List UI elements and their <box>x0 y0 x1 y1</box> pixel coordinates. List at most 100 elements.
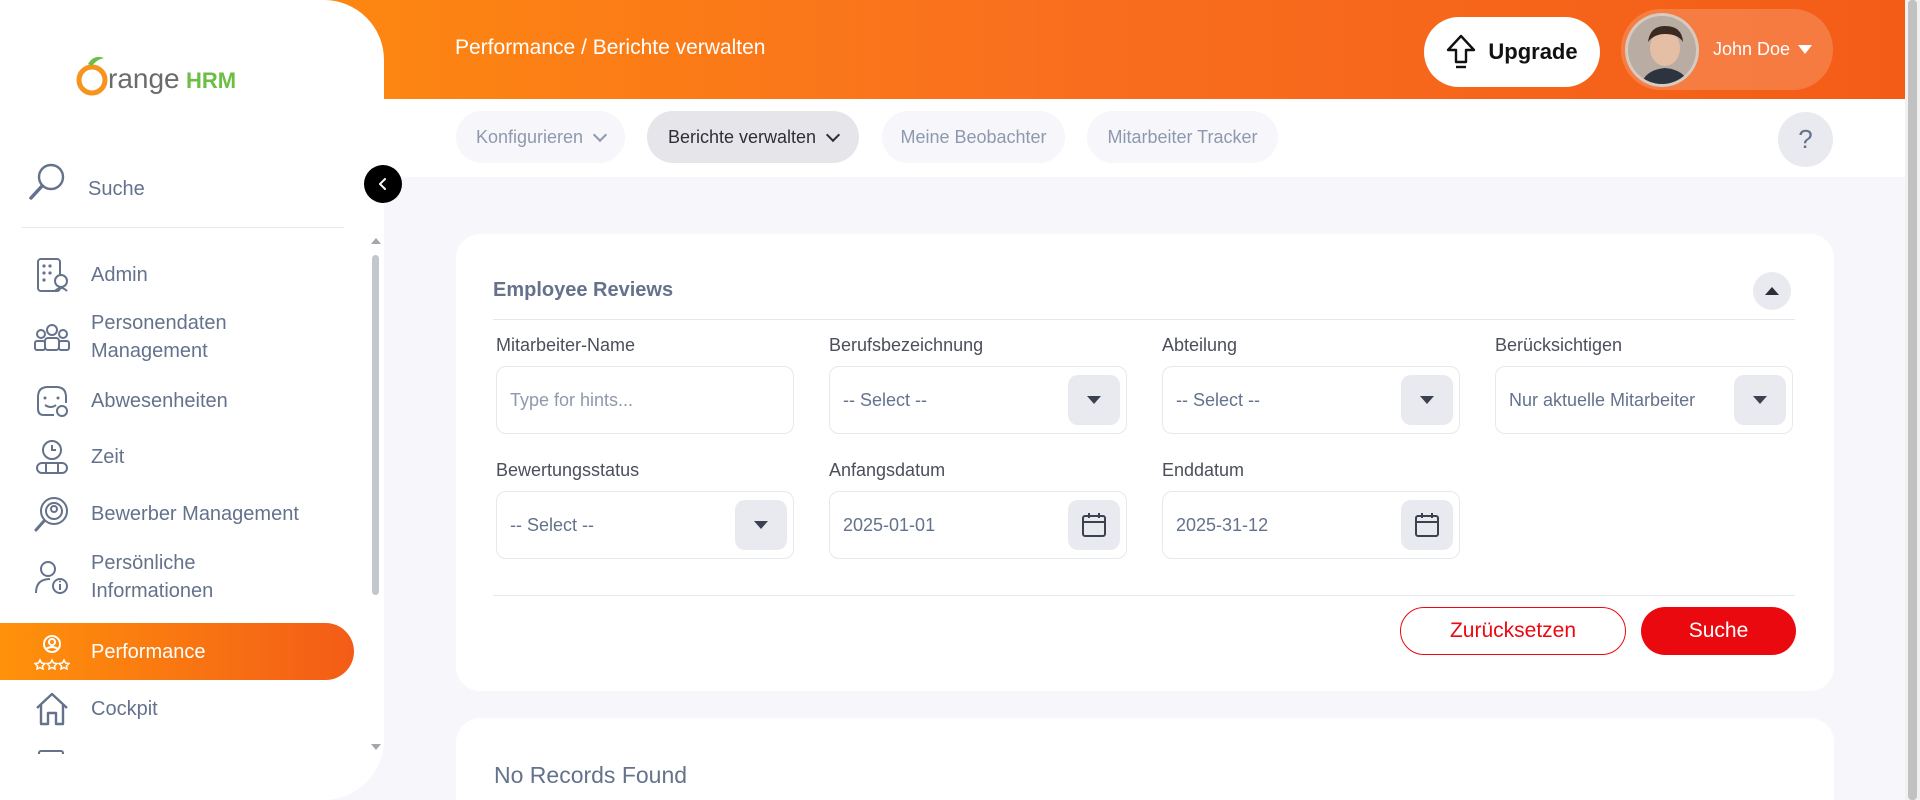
user-dropdown[interactable]: John Doe <box>1621 9 1833 90</box>
from-date-value: 2025-01-01 <box>843 515 936 535</box>
sidebar-item-label: Abwesenheiten <box>91 390 228 412</box>
divider <box>22 227 344 228</box>
tab-berichte-verwalten[interactable]: Berichte verwalten <box>647 111 859 163</box>
sidebar-item-persoenliche-info[interactable]: Persönliche Informationen <box>0 542 354 612</box>
calendar-button[interactable] <box>1068 500 1120 550</box>
caret-down-icon <box>1420 396 1434 404</box>
include-select[interactable]: Nur aktuelle Mitarbeiter <box>1495 366 1793 434</box>
caret-up-icon <box>1765 287 1779 295</box>
review-status-value: -- Select -- <box>510 515 595 535</box>
divider <box>493 319 1795 320</box>
dropdown-button[interactable] <box>1734 375 1786 425</box>
sidebar-item-personendaten[interactable]: Personendaten Management <box>0 302 354 372</box>
review-status-label: Bewertungsstatus <box>496 460 640 480</box>
no-records-message: No Records Found <box>494 762 688 788</box>
search-button[interactable]: Suche <box>1641 607 1796 655</box>
sidebar-scroll-thumb[interactable] <box>372 255 379 595</box>
job-title-label: Berufsbezeichnung <box>829 335 984 355</box>
department-label: Abteilung <box>1162 335 1238 355</box>
sidebar-search[interactable]: Suche <box>26 160 145 204</box>
admin-icon <box>32 255 72 295</box>
from-date-input[interactable]: 2025-01-01 <box>829 491 1127 559</box>
page-scrollbar[interactable] <box>1905 0 1920 800</box>
tab-label: Meine Beobachter <box>900 126 1047 147</box>
sidebar-item-cockpit[interactable]: Cockpit <box>0 684 354 734</box>
employee-reviews-filter-card: Employee Reviews Mitarbeiter-Name Type f… <box>456 234 1834 691</box>
chevron-down-icon <box>592 127 608 142</box>
caret-down-icon <box>1087 396 1101 404</box>
sidebar-search-label: Suche <box>88 177 145 200</box>
sidebar-item-label: Bewerber Management <box>91 503 299 525</box>
upgrade-label: Upgrade <box>1488 39 1578 64</box>
orangehrm-logo: range HRM <box>74 50 249 100</box>
caret-down-icon <box>754 521 768 529</box>
sidebar-item-label: Cockpit <box>91 698 158 720</box>
upgrade-arrow-icon <box>1447 34 1476 69</box>
scroll-down-icon[interactable] <box>371 744 381 750</box>
to-date-value: 2025-31-12 <box>1176 515 1269 535</box>
page-breadcrumb: Performance / Berichte verwalten <box>455 36 766 59</box>
chevron-left-icon <box>379 178 386 190</box>
sidebar-item-zeit[interactable]: Zeit <box>0 432 354 482</box>
leave-icon <box>32 381 72 421</box>
sidebar-item-label: Performance <box>91 640 206 663</box>
svg-text:HRM: HRM <box>186 68 236 93</box>
tab-label: Mitarbeiter Tracker <box>1107 126 1258 147</box>
person-info-icon <box>32 557 72 597</box>
department-select[interactable]: -- Select -- <box>1162 366 1460 434</box>
tab-label: Konfigurieren <box>475 126 584 147</box>
people-icon <box>32 317 72 357</box>
calendar-button[interactable] <box>1401 500 1453 550</box>
filter-collapse-toggle[interactable] <box>1753 272 1791 310</box>
sidebar-item-label: Persönliche Informationen <box>91 552 214 602</box>
tab-label: Berichte verwalten <box>667 126 817 147</box>
sidebar-item-label: Zeit <box>91 446 125 468</box>
upgrade-button[interactable]: Upgrade <box>1424 17 1600 87</box>
dropdown-button[interactable] <box>735 500 787 550</box>
help-button[interactable]: ? <box>1778 112 1833 167</box>
to-date-label: Enddatum <box>1162 460 1245 480</box>
divider <box>493 595 1795 596</box>
job-title-value: -- Select -- <box>843 390 928 410</box>
sidebar-item-admin[interactable]: Admin <box>0 250 354 300</box>
sidebar: range HRM Suche Admin Personendaten Mana… <box>0 0 384 800</box>
reset-button[interactable]: Zurücksetzen <box>1400 607 1626 655</box>
recruitment-icon <box>32 494 72 534</box>
sidebar-item-abwesenheiten[interactable]: Abwesenheiten <box>0 376 354 426</box>
partial-menu-icon <box>38 750 64 754</box>
sidebar-collapse-button[interactable] <box>364 165 402 203</box>
svg-text:range: range <box>108 63 180 94</box>
include-label: Berücksichtigen <box>1495 335 1623 355</box>
sidebar-item-performance[interactable]: Performance <box>0 623 354 680</box>
calendar-icon <box>1082 513 1106 537</box>
job-title-select[interactable]: -- Select -- <box>829 366 1127 434</box>
from-date-label: Anfangsdatum <box>829 460 946 480</box>
home-icon <box>32 689 72 729</box>
chevron-down-icon <box>825 127 841 142</box>
performance-icon <box>32 632 72 672</box>
tab-meine-beobachter[interactable]: Meine Beobachter <box>882 111 1065 163</box>
caret-down-icon <box>1753 396 1767 404</box>
results-card: No Records Found <box>456 718 1834 800</box>
to-date-input[interactable]: 2025-31-12 <box>1162 491 1460 559</box>
scroll-up-icon[interactable] <box>371 238 381 244</box>
dropdown-button[interactable] <box>1068 375 1120 425</box>
caret-down-icon <box>1798 45 1813 54</box>
user-name: John Doe <box>1713 39 1791 59</box>
tab-konfigurieren[interactable]: Konfigurieren <box>456 111 625 163</box>
clock-icon <box>32 437 72 477</box>
filter-title: Employee Reviews <box>493 279 674 301</box>
sidebar-item-bewerber[interactable]: Bewerber Management <box>0 489 354 539</box>
page-scroll-thumb[interactable] <box>1908 0 1917 800</box>
sidebar-item-label: Admin <box>91 264 148 286</box>
department-value: -- Select -- <box>1176 390 1261 410</box>
review-status-select[interactable]: -- Select -- <box>496 491 794 559</box>
sidebar-item-label: Personendaten Management <box>91 312 227 362</box>
top-navigation: Konfigurieren Berichte verwalten Meine B… <box>384 99 1905 177</box>
dropdown-button[interactable] <box>1401 375 1453 425</box>
calendar-icon <box>1415 513 1439 537</box>
employee-name-label: Mitarbeiter-Name <box>496 335 636 355</box>
employee-name-placeholder: Type for hints... <box>510 390 634 410</box>
employee-name-input[interactable]: Type for hints... <box>496 366 794 434</box>
tab-mitarbeiter-tracker[interactable]: Mitarbeiter Tracker <box>1087 111 1278 163</box>
